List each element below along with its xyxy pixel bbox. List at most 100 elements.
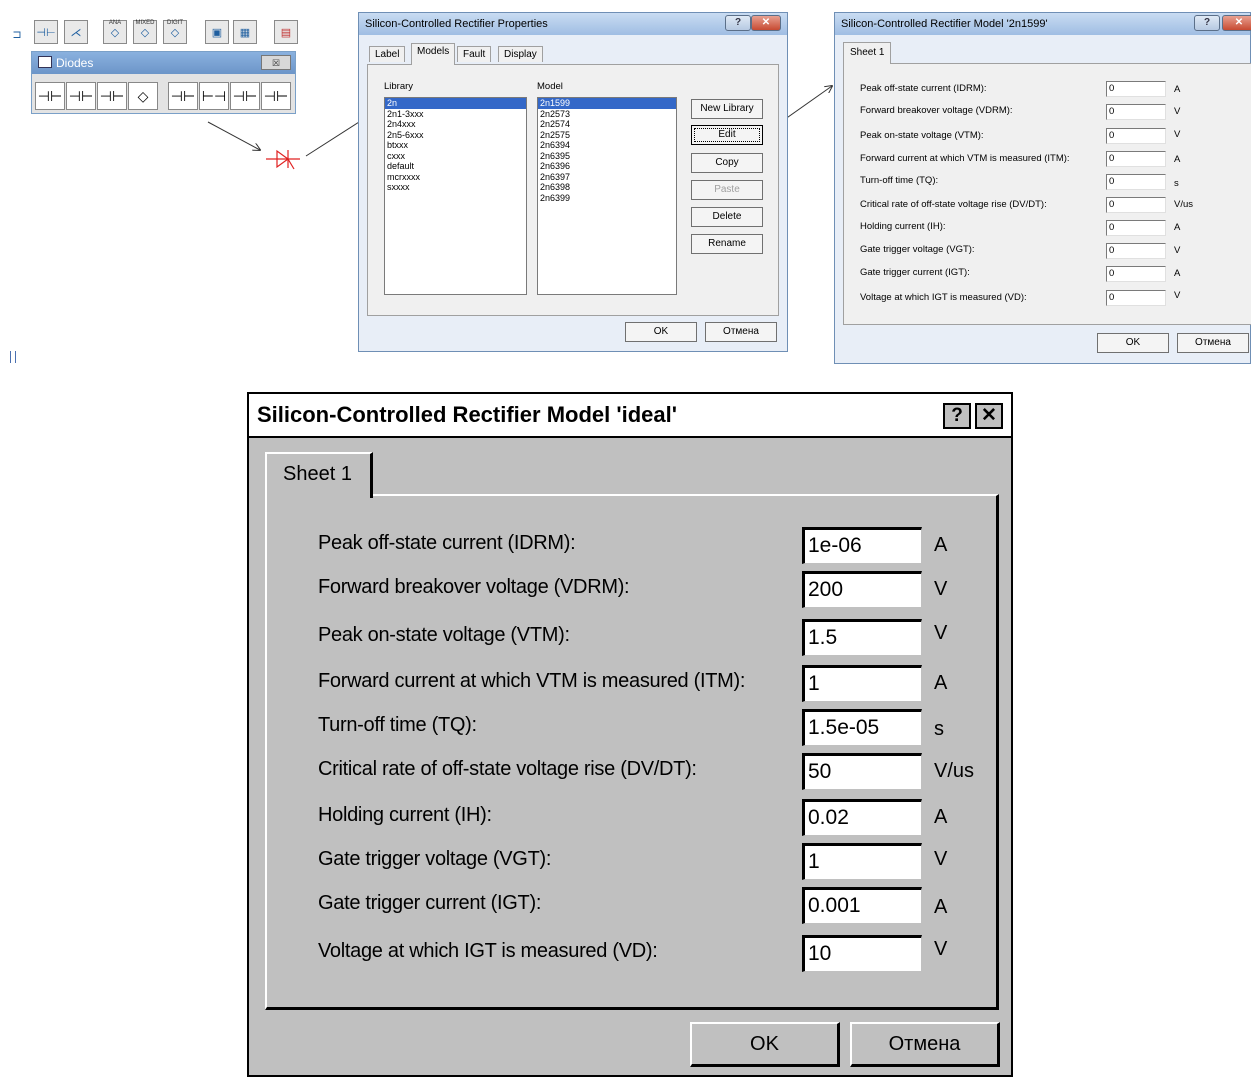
cancel-button[interactable]: Отмена [705, 322, 777, 342]
param-unit: V [1174, 245, 1181, 256]
list-item[interactable]: cxxx [385, 151, 526, 162]
list-item[interactable]: 2n2573 [538, 109, 676, 120]
model-dialog-ideal-title: Silicon-Controlled Rectifier Model 'idea… [249, 394, 1011, 438]
param-input[interactable]: 0 [1106, 174, 1166, 190]
help-icon[interactable]: ? [1194, 15, 1220, 31]
close-icon[interactable]: ✕ [1222, 15, 1251, 31]
param-input[interactable]: 200 [802, 571, 922, 608]
tab-sheet-1[interactable]: Sheet 1 [843, 42, 892, 64]
param-unit: V/us [934, 760, 975, 782]
list-item[interactable]: btxxx [385, 140, 526, 151]
list-item[interactable]: 2n5-6xxx [385, 130, 526, 141]
list-item[interactable]: 2n [385, 98, 526, 109]
param-input[interactable]: 1 [802, 843, 922, 880]
param-input[interactable]: 0.001 [802, 887, 922, 924]
param-label: Forward breakover voltage (VDRM): [318, 576, 630, 598]
rename-button[interactable]: Rename [691, 234, 763, 254]
param-unit: V [1174, 290, 1181, 301]
list-item[interactable]: sxxxx [385, 182, 526, 193]
param-label: Peak on-state voltage (VTM): [318, 624, 570, 646]
list-item[interactable]: default [385, 161, 526, 172]
tab-fault[interactable]: Fault [457, 46, 492, 62]
list-item[interactable]: 2n2575 [538, 130, 676, 141]
param-input[interactable]: 0 [1106, 197, 1166, 213]
param-input[interactable]: 0 [1106, 220, 1166, 236]
param-input[interactable]: 1.5e-05 [802, 709, 922, 746]
list-item[interactable]: 2n6395 [538, 151, 676, 162]
param-unit: V [1174, 129, 1181, 140]
param-unit: s [934, 718, 944, 740]
tab-models[interactable]: Models [411, 43, 456, 65]
param-label: Holding current (IH): [860, 221, 946, 232]
library-label: Library [384, 81, 414, 92]
help-icon[interactable]: ? [943, 403, 971, 429]
param-input[interactable]: 0.02 [802, 799, 922, 836]
delete-button[interactable]: Delete [691, 207, 763, 227]
properties-dialog-title: Silicon-Controlled Rectifier Properties [359, 13, 787, 35]
param-input[interactable]: 0 [1106, 104, 1166, 120]
close-icon[interactable]: ✕ [751, 15, 781, 31]
copy-button[interactable]: Copy [691, 153, 763, 173]
param-unit: V/us [1174, 199, 1194, 210]
param-input[interactable]: 0 [1106, 290, 1166, 306]
param-unit: A [934, 806, 948, 828]
param-input[interactable]: 10 [802, 935, 922, 972]
sheet-panel: Peak off-state current (IDRM): 1e-06 A F… [265, 494, 999, 1010]
param-unit: A [1174, 84, 1181, 95]
param-label: Gate trigger voltage (VGT): [860, 244, 975, 255]
param-label: Gate trigger current (IGT): [318, 892, 542, 914]
param-input[interactable]: 0 [1106, 128, 1166, 144]
param-label: Peak on-state voltage (VTM): [860, 130, 984, 141]
ok-button[interactable]: OK [690, 1022, 840, 1067]
param-input[interactable]: 0 [1106, 243, 1166, 259]
param-unit: A [1174, 222, 1181, 233]
list-item[interactable]: 2n6394 [538, 140, 676, 151]
close-icon[interactable]: ✕ [975, 403, 1003, 429]
param-label: Forward breakover voltage (VDRM): [860, 105, 1013, 116]
param-input[interactable]: 1.5 [802, 619, 922, 656]
model-dialog-ideal: Silicon-Controlled Rectifier Model 'idea… [247, 392, 1013, 1077]
model-list[interactable]: 2n1599 2n2573 2n2574 2n2575 2n6394 2n639… [537, 97, 677, 295]
param-label: Voltage at which IGT is measured (VD): [318, 940, 658, 962]
param-input[interactable]: 0 [1106, 266, 1166, 282]
paste-button[interactable]: Paste [691, 180, 763, 200]
model-dialog-2n1599-title: Silicon-Controlled Rectifier Model '2n15… [835, 13, 1250, 35]
list-item[interactable]: 2n6398 [538, 182, 676, 193]
list-item[interactable]: 2n6396 [538, 161, 676, 172]
param-input[interactable]: 0 [1106, 151, 1166, 167]
param-label: Holding current (IH): [318, 804, 492, 826]
cancel-button[interactable]: Отмена [850, 1022, 1000, 1067]
param-unit: V [934, 938, 948, 960]
param-input[interactable]: 0 [1106, 81, 1166, 97]
ok-button[interactable]: OK [1097, 333, 1169, 353]
sheet-panel [843, 63, 1251, 325]
library-list[interactable]: 2n 2n1-3xxx 2n4xxx 2n5-6xxx btxxx cxxx d… [384, 97, 527, 295]
list-item[interactable]: 2n6399 [538, 193, 676, 204]
tab-display[interactable]: Display [498, 46, 543, 62]
param-label: Gate trigger current (IGT): [860, 267, 970, 278]
list-item[interactable]: 2n1599 [538, 98, 676, 109]
param-unit: A [934, 534, 948, 556]
param-input[interactable]: 1e-06 [802, 527, 922, 564]
list-item[interactable]: 2n6397 [538, 172, 676, 183]
tab-label[interactable]: Label [369, 46, 406, 62]
param-input[interactable]: 50 [802, 753, 922, 790]
list-item[interactable]: 2n4xxx [385, 119, 526, 130]
model-label: Model [537, 81, 563, 92]
param-label: Critical rate of off-state voltage rise … [860, 199, 1047, 210]
param-unit: V [934, 578, 948, 600]
tab-sheet-1[interactable]: Sheet 1 [265, 452, 373, 498]
new-library-button[interactable]: New Library [691, 99, 763, 119]
list-item[interactable]: 2n1-3xxx [385, 109, 526, 120]
edit-button[interactable]: Edit [691, 125, 763, 145]
ok-button[interactable]: OK [625, 322, 697, 342]
list-item[interactable]: mcrxxxx [385, 172, 526, 183]
param-label: Voltage at which IGT is measured (VD): [860, 292, 1027, 303]
properties-dialog: Silicon-Controlled Rectifier Properties … [358, 12, 788, 352]
list-item[interactable]: 2n2574 [538, 119, 676, 130]
cancel-button[interactable]: Отмена [1177, 333, 1249, 353]
help-icon[interactable]: ? [725, 15, 751, 31]
model-dialog-2n1599: Silicon-Controlled Rectifier Model '2n15… [834, 12, 1251, 364]
param-unit: V [934, 848, 948, 870]
param-input[interactable]: 1 [802, 665, 922, 702]
